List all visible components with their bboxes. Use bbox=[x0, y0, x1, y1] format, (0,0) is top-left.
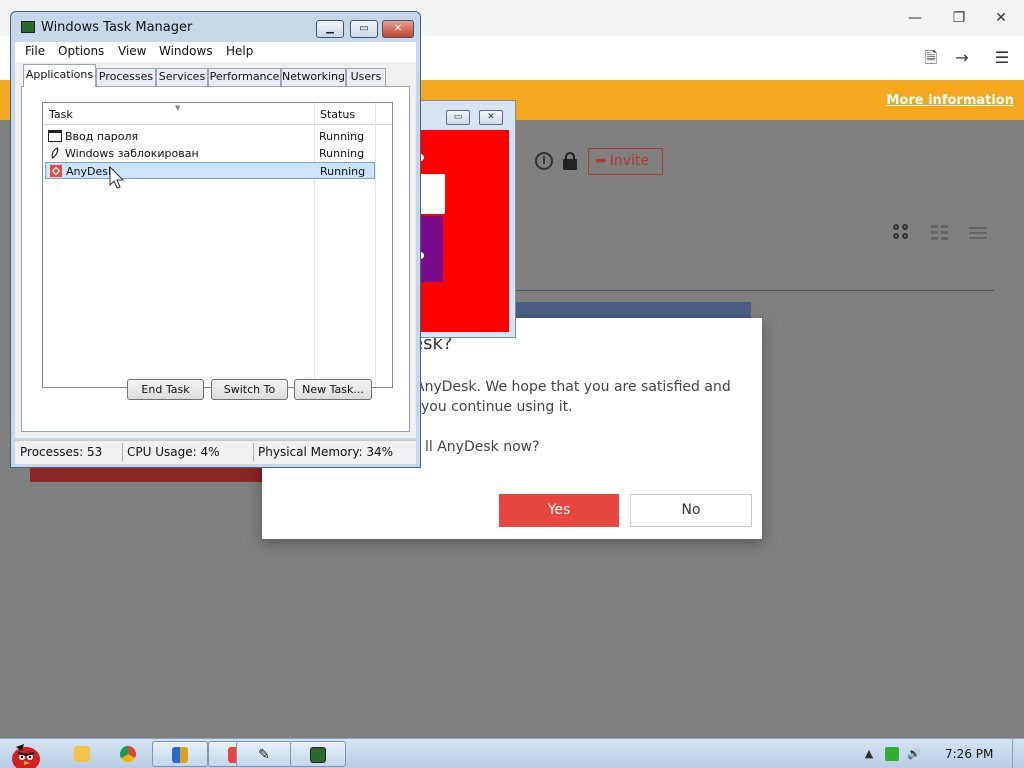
red-window-close-button[interactable]: ✕ bbox=[479, 110, 503, 125]
menu-options[interactable]: Options bbox=[58, 44, 104, 58]
task-list-header: ▼ Task Status bbox=[43, 103, 392, 125]
menu-file[interactable]: File bbox=[25, 44, 45, 58]
task-status: Running bbox=[319, 147, 365, 160]
yes-button[interactable]: Yes bbox=[499, 494, 619, 527]
taskbar-feather[interactable]: ✎ bbox=[236, 741, 292, 767]
menu-windows[interactable]: Windows bbox=[159, 44, 213, 58]
task-manager-window: Windows Task Manager ▁ ▭ ✕ File Options … bbox=[10, 11, 421, 468]
column-status[interactable]: Status bbox=[320, 108, 355, 121]
task-manager-title: Windows Task Manager bbox=[41, 20, 193, 35]
taskbar-task-manager[interactable] bbox=[290, 741, 346, 767]
folder-icon bbox=[74, 746, 90, 762]
info-icon[interactable]: i bbox=[535, 152, 553, 170]
task-row-selected[interactable]: AnyDesk Running bbox=[45, 162, 375, 179]
section-divider bbox=[510, 290, 994, 291]
applications-panel: ▼ Task Status Ввод пароля Running Window… bbox=[21, 86, 410, 432]
tab-networking[interactable]: Networking bbox=[281, 68, 346, 86]
tm-close-button[interactable]: ✕ bbox=[382, 20, 414, 38]
menu-help[interactable]: Help bbox=[226, 44, 253, 58]
clock[interactable]: 7:26 PM bbox=[945, 747, 993, 761]
process-count: Processes: 53 bbox=[20, 445, 103, 459]
chrome-icon bbox=[120, 746, 136, 762]
tab-processes[interactable]: Processes bbox=[96, 68, 156, 86]
dialog-question: ll AnyDesk now? bbox=[425, 439, 540, 455]
dialog-message-line-1: AnyDesk. We hope that you are satisfied … bbox=[415, 379, 731, 395]
cpu-usage: CPU Usage: 4% bbox=[127, 445, 220, 459]
tm-maximize-button[interactable]: ▭ bbox=[350, 20, 378, 38]
tray-expand-icon[interactable]: ▲ bbox=[862, 747, 876, 761]
task-list[interactable]: ▼ Task Status Ввод пароля Running Window… bbox=[42, 102, 393, 388]
file-transfer-icon[interactable]: 🗎 bbox=[919, 46, 943, 70]
task-manager-titlebar[interactable]: Windows Task Manager ▁ ▭ ✕ bbox=[11, 12, 420, 42]
anydesk-icon bbox=[50, 165, 62, 177]
task-name: Ввод пароля bbox=[65, 130, 139, 143]
task-manager-body: Applications Processes Services Performa… bbox=[15, 62, 416, 438]
angry-birds-icon bbox=[12, 744, 40, 768]
taskbar: ✎ ▲ 🔊 7:26 PM bbox=[0, 738, 1024, 768]
feather-icon bbox=[51, 147, 59, 159]
invite-label: Invite bbox=[609, 153, 650, 169]
task-name: Windows заблокирован bbox=[65, 147, 199, 160]
network-icon[interactable] bbox=[885, 747, 899, 761]
task-manager-icon bbox=[21, 21, 35, 33]
lock-icon[interactable] bbox=[563, 152, 577, 170]
security-shield-icon bbox=[172, 747, 188, 763]
tiles-view-icon[interactable] bbox=[931, 224, 949, 242]
volume-icon[interactable]: 🔊 bbox=[907, 747, 921, 761]
status-bar: Processes: 53 CPU Usage: 4% Physical Mem… bbox=[15, 440, 416, 464]
tab-users[interactable]: Users bbox=[346, 68, 386, 86]
red-window: ▭ ✕ bbox=[410, 100, 516, 338]
end-task-button[interactable]: End Task bbox=[127, 379, 204, 400]
physical-memory: Physical Memory: 34% bbox=[258, 445, 394, 459]
tab-applications[interactable]: Applications bbox=[23, 64, 96, 87]
list-view-icon[interactable] bbox=[969, 224, 987, 242]
feather-icon: ✎ bbox=[258, 747, 270, 763]
red-window-content bbox=[411, 130, 509, 332]
taskbar-chrome[interactable] bbox=[100, 741, 156, 767]
taskbar-security[interactable] bbox=[152, 741, 208, 767]
task-row[interactable]: Windows заблокирован Running bbox=[45, 145, 375, 162]
more-information-link[interactable]: More information bbox=[886, 93, 1014, 108]
mouse-cursor-icon bbox=[109, 166, 125, 189]
arrow-right-icon[interactable]: → bbox=[950, 46, 974, 70]
task-status: Running bbox=[320, 165, 366, 178]
window-icon bbox=[48, 130, 62, 142]
column-separator bbox=[375, 103, 376, 387]
column-task[interactable]: Task bbox=[49, 108, 73, 121]
tab-performance[interactable]: Performance bbox=[208, 68, 281, 86]
task-manager-icon bbox=[310, 747, 326, 763]
task-name: AnyDesk bbox=[66, 165, 115, 178]
restore-button[interactable]: ❐ bbox=[944, 6, 974, 30]
status-separator bbox=[122, 443, 123, 461]
dialog-message-line-2: you continue using it. bbox=[421, 399, 573, 415]
task-status: Running bbox=[319, 130, 365, 143]
hamburger-menu-icon[interactable]: ☰ bbox=[990, 46, 1014, 70]
menu-view[interactable]: View bbox=[118, 44, 146, 58]
new-task-button[interactable]: New Task... bbox=[294, 379, 372, 400]
tab-services[interactable]: Services bbox=[156, 68, 208, 86]
close-button[interactable]: ✕ bbox=[986, 6, 1016, 30]
invite-button[interactable]: ➦ Invite bbox=[588, 148, 663, 175]
red-window-maximize-button[interactable]: ▭ bbox=[446, 110, 470, 125]
show-desktop-button[interactable] bbox=[1012, 739, 1024, 768]
start-button[interactable] bbox=[0, 741, 50, 768]
minimize-button[interactable]: — bbox=[900, 6, 930, 30]
sort-indicator-icon: ▼ bbox=[175, 104, 181, 112]
grid-view-icon[interactable] bbox=[893, 224, 911, 242]
menu-bar: File Options View Windows Help bbox=[15, 42, 416, 62]
task-row[interactable]: Ввод пароля Running bbox=[45, 128, 375, 145]
share-arrow-icon: ➦ bbox=[595, 153, 607, 169]
tm-minimize-button[interactable]: ▁ bbox=[316, 20, 344, 38]
no-button[interactable]: No bbox=[630, 494, 752, 527]
switch-to-button[interactable]: Switch To bbox=[211, 379, 288, 400]
status-separator bbox=[253, 443, 254, 461]
